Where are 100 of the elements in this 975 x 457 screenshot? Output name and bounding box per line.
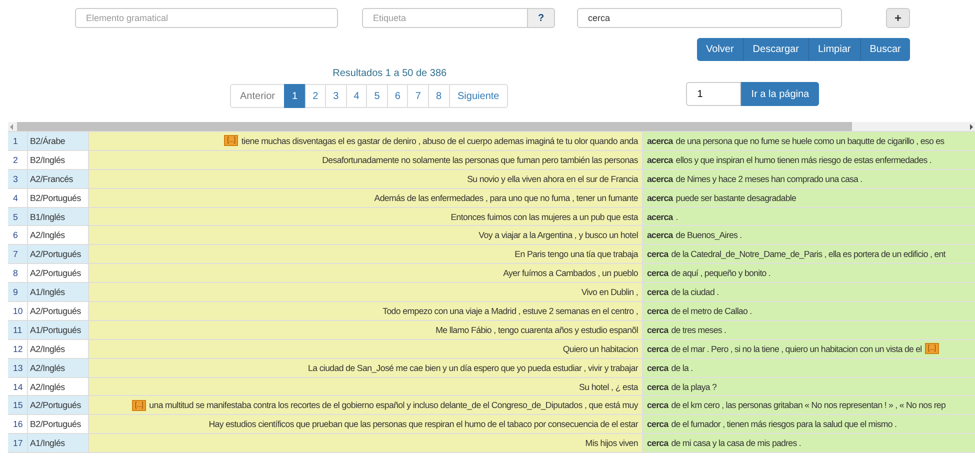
- context-text: de la ciudad .: [671, 287, 719, 298]
- row-number: 7: [8, 245, 28, 264]
- table-cell: A2/Inglés: [28, 378, 89, 396]
- keyword-text: acerca: [647, 192, 673, 203]
- context-text: tiene muchas disventagas el es gastar de deniro , abuso de el cuerpo ademas imaginá te tu olor quando anda: [241, 136, 638, 146]
- keyword-text: acerca: [647, 212, 673, 222]
- table-cell: A2/Inglés: [28, 340, 89, 358]
- keyword-text: cerca: [647, 268, 668, 278]
- page-button[interactable]: 5: [366, 84, 388, 108]
- context-text: Entonces fuimos con las mujeres a un pub que esta: [450, 212, 638, 222]
- page-button[interactable]: 8: [428, 84, 450, 108]
- keyword-text: cerca: [647, 324, 668, 335]
- keyword-text: acerca: [647, 136, 673, 146]
- horizontal-scrollbar[interactable]: [8, 122, 975, 131]
- row-number: 17: [8, 434, 28, 452]
- page-button[interactable]: 4: [346, 84, 368, 108]
- action-button[interactable]: Limpiar: [808, 38, 861, 61]
- page-button[interactable]: 7: [407, 84, 429, 108]
- context-text: En Paris tengo una tía que trabaja: [514, 249, 638, 260]
- context-text: Ayer fuímos a Cambados , un pueblo: [503, 268, 638, 278]
- keyword-text: acerca: [647, 154, 673, 165]
- row-number: 9: [8, 283, 28, 302]
- row-number: 15: [8, 396, 28, 414]
- context-text: de aquí , pequeño y bonito .: [671, 268, 771, 278]
- context-text: de el mar . Pero , si no la tiene , quiero un habitacion con un vista de el: [671, 344, 922, 354]
- context-text: Desafortunadamente no solamente las personas que fuman pero también las personas: [322, 154, 638, 165]
- page-button[interactable]: 3: [325, 84, 347, 108]
- previous-button[interactable]: Anterior: [230, 84, 286, 108]
- context-text: de la playa ?: [671, 382, 717, 392]
- table-cell: B2/Portugués: [28, 415, 89, 434]
- help-button[interactable]: ?: [528, 8, 555, 28]
- table-cell: B1/Inglés: [28, 208, 89, 226]
- row-number: 3: [8, 170, 28, 188]
- keyword-text: cerca: [647, 306, 668, 316]
- context-text: de la Catedral_de_Notre_Dame_de_Paris , ella es portera de un edificio , ent: [671, 249, 946, 260]
- table-cell: A2/Portugués: [28, 245, 89, 264]
- context-text: de el km cero , las personas gritaban « No nos representan ! » , « No nos rep: [671, 400, 946, 410]
- keyword-text: acerca: [647, 230, 673, 240]
- context-text: de Buenos_Aires .: [676, 230, 742, 240]
- context-text: ellos y que inspiran el humo tienen más riesgo de estas enfermedades .: [676, 154, 932, 165]
- table-cell: A2/Portugués: [28, 302, 89, 320]
- go-to-page-button[interactable]: Ir a la página: [741, 82, 820, 106]
- table-cell: B2/Portugués: [28, 188, 89, 207]
- search-field[interactable]: cerca: [577, 8, 842, 28]
- row-number: 13: [8, 358, 28, 377]
- page-number-field[interactable]: 1: [686, 82, 742, 106]
- keyword-text: cerca: [647, 382, 668, 392]
- keyword-text: cerca: [647, 362, 668, 373]
- context-text: Además de las enfermedades , para uno que no fuma , tener un fumante: [374, 192, 638, 203]
- table-cell: A2/Inglés: [28, 226, 89, 244]
- table-cell: B2/Árabe: [28, 132, 89, 150]
- action-button[interactable]: Buscar: [860, 38, 910, 61]
- next-button[interactable]: Siguiente: [448, 84, 508, 108]
- context-text: de el fumador , tienen más riesgos para la salud que el mismo .: [671, 419, 897, 430]
- context-text: Vivo en Dublin ,: [581, 287, 638, 298]
- context-text: Quiero un habitacion: [562, 344, 638, 354]
- table-cell: B2/Inglés: [28, 150, 89, 169]
- context-text: La ciudad de San_José me cae bien y un día espero que yo pueda estudiar , vivir y trabajar: [308, 362, 638, 373]
- keyword-text: cerca: [647, 400, 668, 410]
- results-summary: Resultados 1 a 50 de 386: [332, 67, 447, 81]
- search-field[interactable]: Elemento gramatical: [75, 8, 338, 28]
- table-cell: A1/Inglés: [28, 283, 89, 302]
- context-text: Su hotel , ¿ esta: [579, 382, 638, 392]
- keyword-text: cerca: [647, 344, 668, 354]
- keyword-text: cerca: [647, 438, 668, 448]
- action-button[interactable]: Volver: [697, 38, 744, 61]
- action-button[interactable]: Descargar: [744, 38, 809, 61]
- context-text: Voy a viajar a la Argentina , y busco un hotel: [478, 230, 638, 240]
- page-button[interactable]: 2: [304, 84, 326, 108]
- page-button[interactable]: 6: [386, 84, 408, 108]
- context-text: de la .: [671, 362, 693, 373]
- add-button[interactable]: +: [886, 8, 910, 28]
- search-field[interactable]: Etiqueta: [362, 8, 528, 28]
- keyword-text: acerca: [647, 174, 673, 184]
- context-text: Mis hijos viven: [585, 438, 638, 448]
- context-text: Todo empezo con una viaje a Madrid , estuve 2 semanas en el centro ,: [382, 306, 638, 316]
- context-text: Me llamo Fábio , tengo cuarenta años y estudio espanõl: [436, 324, 638, 335]
- row-number: 5: [8, 208, 28, 226]
- context-text: Su novio y ella viven ahora en el sur de Francia: [467, 174, 638, 184]
- context-text: Hay estudios científicos que prueban que las personas que respiran el humo de el tabaco por consecuencia de el estar: [208, 419, 638, 430]
- context-text: .: [676, 212, 678, 222]
- keyword-text: cerca: [647, 419, 668, 430]
- context-text: de el metro de Callao .: [671, 306, 752, 316]
- table-cell: A2/Portugués: [28, 396, 89, 414]
- context-text: de tres meses .: [671, 324, 726, 335]
- table-cell: A1/Portugués: [28, 320, 89, 339]
- context-text: una multitud se manifestaba contra los recortes de el gobierno español y incluso delante_de el Congreso_de_Diputados , que está muy: [149, 400, 638, 410]
- context-text: de Nimes y hace 2 meses han comprado una casa .: [676, 174, 862, 184]
- context-text: de mi casa y la casa de mis padres .: [671, 438, 801, 448]
- table-cell: A2/Inglés: [28, 358, 89, 377]
- keyword-text: cerca: [647, 287, 668, 298]
- context-text: de una persona que no fume se huele como un baqutte de cigarillo , eso es: [676, 136, 944, 146]
- table-cell: A2/Portugués: [28, 264, 89, 282]
- keyword-text: cerca: [647, 249, 668, 260]
- row-number: 1: [8, 132, 28, 150]
- row-number: 11: [8, 320, 28, 339]
- context-text: puede ser bastante desagradable: [676, 192, 796, 203]
- table-cell: A2/Francés: [28, 170, 89, 188]
- table-cell: A1/Inglés: [28, 434, 89, 452]
- page-button[interactable]: 1: [284, 84, 306, 108]
